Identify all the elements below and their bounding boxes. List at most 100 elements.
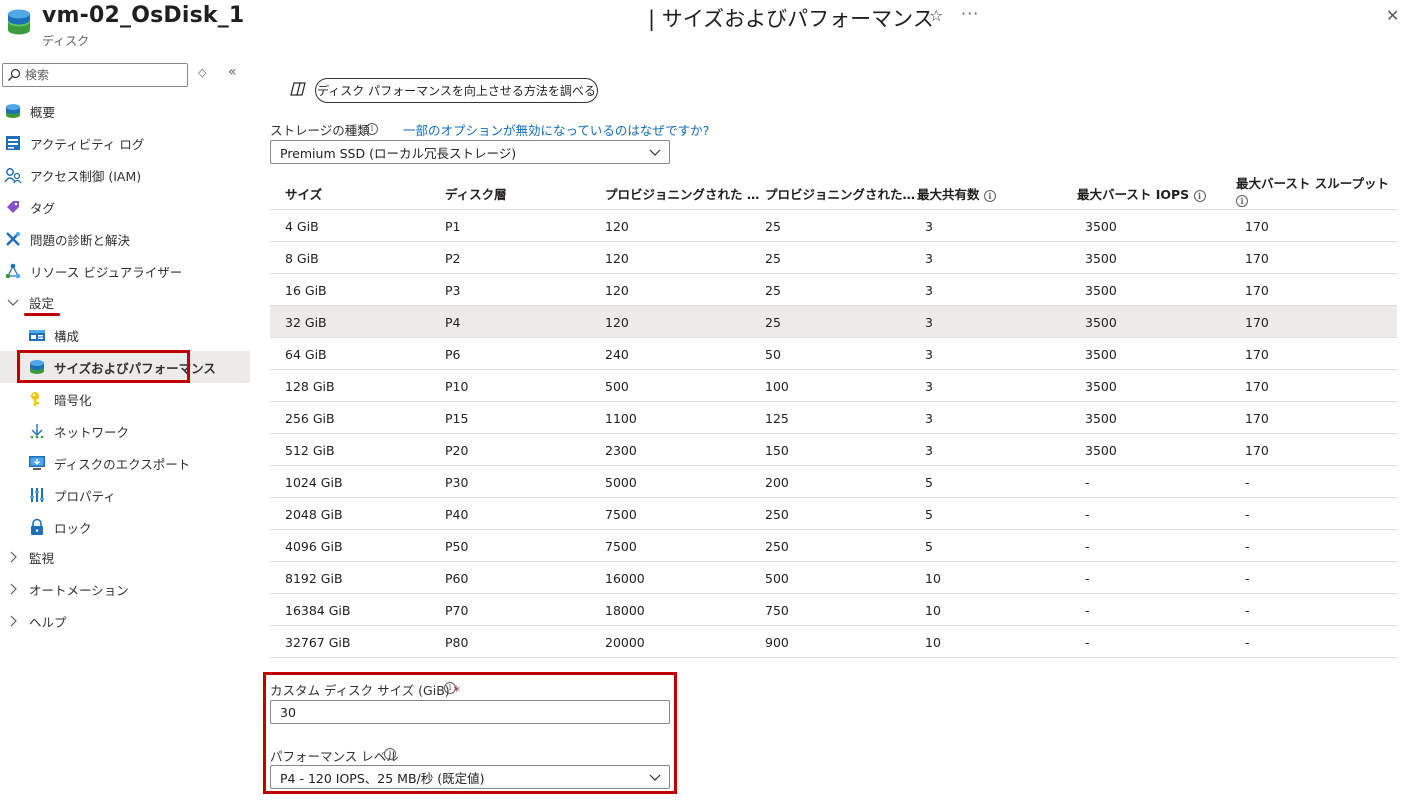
table-row[interactable]: 32 GiB P4 120 25 3 3500 170 [270,306,1397,338]
cell-max-burst-iops: 3500 [1085,347,1117,362]
cell-max-burst-throughput: - [1245,635,1250,650]
cell-provisioned-throughput: 250 [765,539,789,554]
custom-disk-size-label: カスタム ディスク サイズ (GiB) * [270,683,460,698]
cell-max-burst-iops: 3500 [1085,251,1117,266]
table-row[interactable]: 128 GiB P10 500 100 3 3500 170 [270,370,1397,402]
info-icon[interactable]: i [1193,189,1206,202]
why-options-disabled-link[interactable]: 一部のオプションが無効になっているのはなぜですか? [403,120,709,139]
info-icon[interactable]: i [983,189,996,202]
table-row[interactable]: 2048 GiB P40 7500 250 5 - - [270,498,1397,530]
cell-size: 8192 GiB [285,571,343,586]
sidebar-item-label: サイズおよびパフォーマンス [54,360,216,376]
table-body: 4 GiB P1 120 25 3 3500 170 8 GiB P2 120 25 3 3500 170… [270,210,1397,658]
storage-type-dropdown[interactable]: Premium SSD (ローカル冗長ストレージ) [270,140,670,164]
chevron-right-icon [10,551,17,563]
cell-provisioned-iops: 7500 [605,507,637,522]
sidebar-item-encryption[interactable]: 暗号化 [0,383,250,415]
cell-max-shares: 10 [925,635,941,650]
lock-icon [31,518,43,535]
performance-level-dropdown[interactable]: P4 - 120 IOPS、25 MB/秒 (既定値) [270,765,670,789]
learn-disk-performance-button[interactable]: ディスク パフォーマンスを向上させる方法を調べる [315,78,598,103]
expand-collapse-icon[interactable]: ◇ [198,66,206,79]
info-icon[interactable]: i [384,748,396,760]
sidebar-item-overview[interactable]: 概要 [0,95,250,127]
cell-provisioned-iops: 20000 [605,635,645,650]
sidebar-item-diagnose[interactable]: 問題の診断と解決 [0,223,250,255]
column-header-size[interactable]: サイズ [285,184,322,203]
table-row[interactable]: 4 GiB P1 120 25 3 3500 170 [270,210,1397,242]
cell-provisioned-throughput: 750 [765,603,789,618]
storage-type-value: Premium SSD (ローカル冗長ストレージ) [280,145,517,161]
table-row[interactable]: 32767 GiB P80 20000 900 10 - - [270,626,1397,658]
visualizer-icon [5,263,21,279]
sidebar-item-network[interactable]: ネットワーク [0,415,250,447]
cell-provisioned-throughput: 900 [765,635,789,650]
cell-size: 256 GiB [285,411,335,426]
cell-max-burst-throughput: 170 [1245,411,1269,426]
sidebar-item-label: ネットワーク [54,424,130,440]
sidebar-group-automation[interactable]: オートメーション [0,573,250,605]
sidebar-item-properties[interactable]: プロパティ [0,479,250,511]
search-icon [8,68,21,81]
sidebar-item-label: リソース ビジュアライザー [30,264,183,280]
sidebar-item-size-performance[interactable]: サイズおよびパフォーマンス [0,351,250,383]
table-row[interactable]: 512 GiB P20 2300 150 3 3500 170 [270,434,1397,466]
cell-max-shares: 3 [925,219,933,234]
key-icon [31,392,39,406]
cell-provisioned-throughput: 100 [765,379,789,394]
info-icon[interactable]: i [366,123,378,135]
settings-underline-annotation [24,313,60,316]
sidebar-item-visualizer[interactable]: リソース ビジュアライザー [0,255,250,287]
table-row[interactable]: 16384 GiB P70 18000 750 10 - - [270,594,1397,626]
sidebar-item-disk-export[interactable]: ディスクのエクスポート [0,447,250,479]
custom-disk-size-input[interactable] [270,700,670,724]
cell-max-burst-throughput: 170 [1245,283,1269,298]
table-row[interactable]: 8 GiB P2 120 25 3 3500 170 [270,242,1397,274]
cell-size: 512 GiB [285,443,335,458]
table-row[interactable]: 8192 GiB P60 16000 500 10 - - [270,562,1397,594]
info-icon[interactable]: i [1236,194,1248,207]
storage-type-label: ストレージの種類 [270,123,370,138]
table-row[interactable]: 1024 GiB P30 5000 200 5 - - [270,466,1397,498]
blade-title: | サイズおよびパフォーマンス [648,7,934,31]
sidebar-item-lock[interactable]: ロック [0,511,250,543]
column-header-provisioned-throughput[interactable]: プロビジョニングされた… [765,184,915,203]
table-row[interactable]: 4096 GiB P50 7500 250 5 - - [270,530,1397,562]
cell-size: 4096 GiB [285,539,343,554]
cell-max-burst-iops: 3500 [1085,443,1117,458]
cell-size: 4 GiB [285,219,319,234]
column-header-max-burst-iops[interactable]: 最大バースト IOPS i [1077,184,1206,203]
cell-size: 8 GiB [285,251,319,266]
table-row[interactable]: 64 GiB P6 240 50 3 3500 170 [270,338,1397,370]
column-header-provisioned-iops[interactable]: プロビジョニングされた … [605,184,759,203]
close-icon[interactable]: ✕ [1386,6,1399,25]
table-row[interactable]: 256 GiB P15 1100 125 3 3500 170 [270,402,1397,434]
config-icon [29,330,45,341]
cell-max-burst-iops: - [1085,571,1090,586]
cell-provisioned-iops: 120 [605,219,629,234]
sidebar-group-help[interactable]: ヘルプ [0,605,250,637]
cell-size: 1024 GiB [285,475,343,490]
iam-icon [4,168,22,184]
sidebar-item-label: 問題の診断と解決 [30,232,131,248]
disk-icon [6,104,20,118]
cell-max-burst-iops: - [1085,539,1090,554]
tag-icon [7,201,19,213]
search-box[interactable] [2,63,188,87]
collapse-sidebar-icon[interactable]: « [228,64,237,80]
table-row[interactable]: 16 GiB P3 120 25 3 3500 170 [270,274,1397,306]
sidebar-item-config[interactable]: 構成 [0,319,250,351]
column-header-max-burst-throughput[interactable]: 最大バースト スループット i [1236,176,1389,208]
more-options-icon[interactable]: ··· [961,4,979,23]
column-header-max-shares[interactable]: 最大共有数 i [917,184,996,203]
search-input[interactable] [25,68,175,82]
favorite-star-icon[interactable]: ☆ [929,6,943,25]
sidebar-item-iam[interactable]: アクセス制御 (IAM) [0,159,250,191]
cell-tier: P3 [445,283,461,298]
sidebar-item-tags[interactable]: タグ [0,191,250,223]
info-icon[interactable]: i [444,682,456,694]
performance-level-label: パフォーマンス レベル [270,749,399,764]
column-header-tier[interactable]: ディスク層 [445,184,507,203]
sidebar-group-monitoring[interactable]: 監視 [0,541,250,573]
sidebar-item-activity-log[interactable]: アクティビティ ログ [0,127,250,159]
